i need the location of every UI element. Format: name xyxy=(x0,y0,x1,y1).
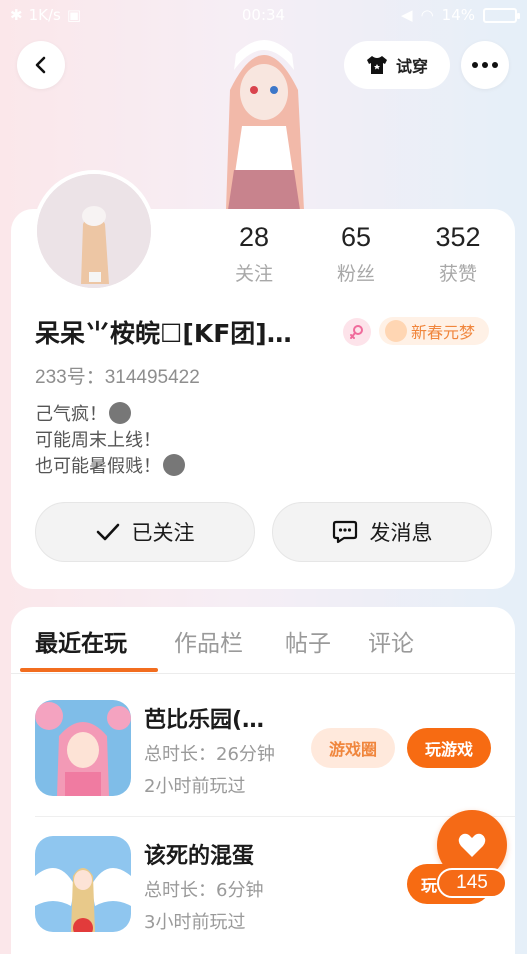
game-circle-button[interactable]: 游戏圈 xyxy=(311,728,395,768)
game-name: 该死的混蛋 xyxy=(144,844,255,869)
following-label: 关注 xyxy=(234,263,273,285)
mute-icon: ◀ xyxy=(401,6,413,24)
play-duration: 总时长：6分钟 xyxy=(144,880,264,901)
heart-icon xyxy=(458,833,486,857)
event-badge[interactable]: 新春元梦 xyxy=(379,317,489,345)
followers-count: 65 xyxy=(340,222,372,252)
bio-line: 可能周末上线！ xyxy=(35,430,161,451)
game-icon xyxy=(35,836,131,932)
wifi-icon: ◠ xyxy=(420,6,434,24)
stat-followers[interactable]: 65 粉丝 xyxy=(311,222,401,286)
battery-icon xyxy=(483,7,520,23)
tshirt-icon xyxy=(366,56,387,74)
follow-label: 已关注 xyxy=(131,521,195,545)
bio-line: 也可能暑假贱！ xyxy=(35,456,161,477)
female-icon xyxy=(343,318,371,346)
battery-percent: 14% xyxy=(441,6,475,24)
bio: 己气疯！ 可能周末上线！ 也可能暑假贱！ xyxy=(35,402,185,480)
last-played: 3小时前玩过 xyxy=(144,912,246,933)
try-on-label: 试穿 xyxy=(395,57,428,76)
following-count: 28 xyxy=(238,222,270,252)
emoji-icon xyxy=(163,454,185,476)
bio-line: 己气疯！ xyxy=(35,404,107,425)
check-icon xyxy=(96,523,119,541)
status-bar: ✱ 1K/s ▣ 00:34 ◀ ◠ 14% xyxy=(0,0,527,30)
like-count: 145 xyxy=(437,868,507,898)
divider xyxy=(35,816,515,817)
more-dots-icon xyxy=(472,62,498,68)
try-on-button[interactable]: 试穿 xyxy=(344,41,450,89)
list-item[interactable]: 芭比乐园(… 总时长：26分钟 2小时前玩过 游戏圈 玩游戏 xyxy=(11,700,515,820)
followers-label: 粉丝 xyxy=(336,263,375,285)
play-game-label: 玩 xyxy=(421,876,438,895)
more-button[interactable] xyxy=(461,41,509,89)
avatar[interactable] xyxy=(33,170,155,292)
character-avatar-art xyxy=(226,40,304,210)
user-id: 233号：314495422 xyxy=(35,367,200,388)
stat-following[interactable]: 28 关注 xyxy=(209,222,299,286)
tab-recently-played[interactable]: 最近在玩 xyxy=(35,624,127,658)
message-label: 发消息 xyxy=(369,521,433,545)
nickname: 呆呆⺌桉皖☐[KF团]… xyxy=(35,319,292,348)
tab-indicator xyxy=(20,668,158,672)
avatar-image xyxy=(37,174,151,288)
divider xyxy=(11,673,515,674)
chevron-left-icon xyxy=(35,56,46,74)
chat-bubble-icon xyxy=(332,520,357,544)
back-button[interactable] xyxy=(17,41,65,89)
play-game-button[interactable]: 玩游戏 xyxy=(407,728,491,768)
tab-comments[interactable]: 评论 xyxy=(368,624,414,658)
stat-likes[interactable]: 352 获赞 xyxy=(413,222,503,286)
likes-count: 352 xyxy=(435,222,481,252)
follow-button[interactable]: 已关注 xyxy=(35,502,255,562)
message-button[interactable]: 发消息 xyxy=(272,502,492,562)
game-name: 芭比乐园(… xyxy=(144,708,265,733)
event-badge-label: 新春元梦 xyxy=(411,323,476,342)
tab-posts[interactable]: 帖子 xyxy=(285,624,331,658)
last-played: 2小时前玩过 xyxy=(144,776,246,797)
likes-label: 获赞 xyxy=(438,263,477,285)
emoji-icon xyxy=(109,402,131,424)
tab-works[interactable]: 作品栏 xyxy=(174,624,243,658)
game-icon xyxy=(35,700,131,796)
play-duration: 总时长：26分钟 xyxy=(144,744,275,765)
badge-avatar-icon xyxy=(385,320,407,342)
